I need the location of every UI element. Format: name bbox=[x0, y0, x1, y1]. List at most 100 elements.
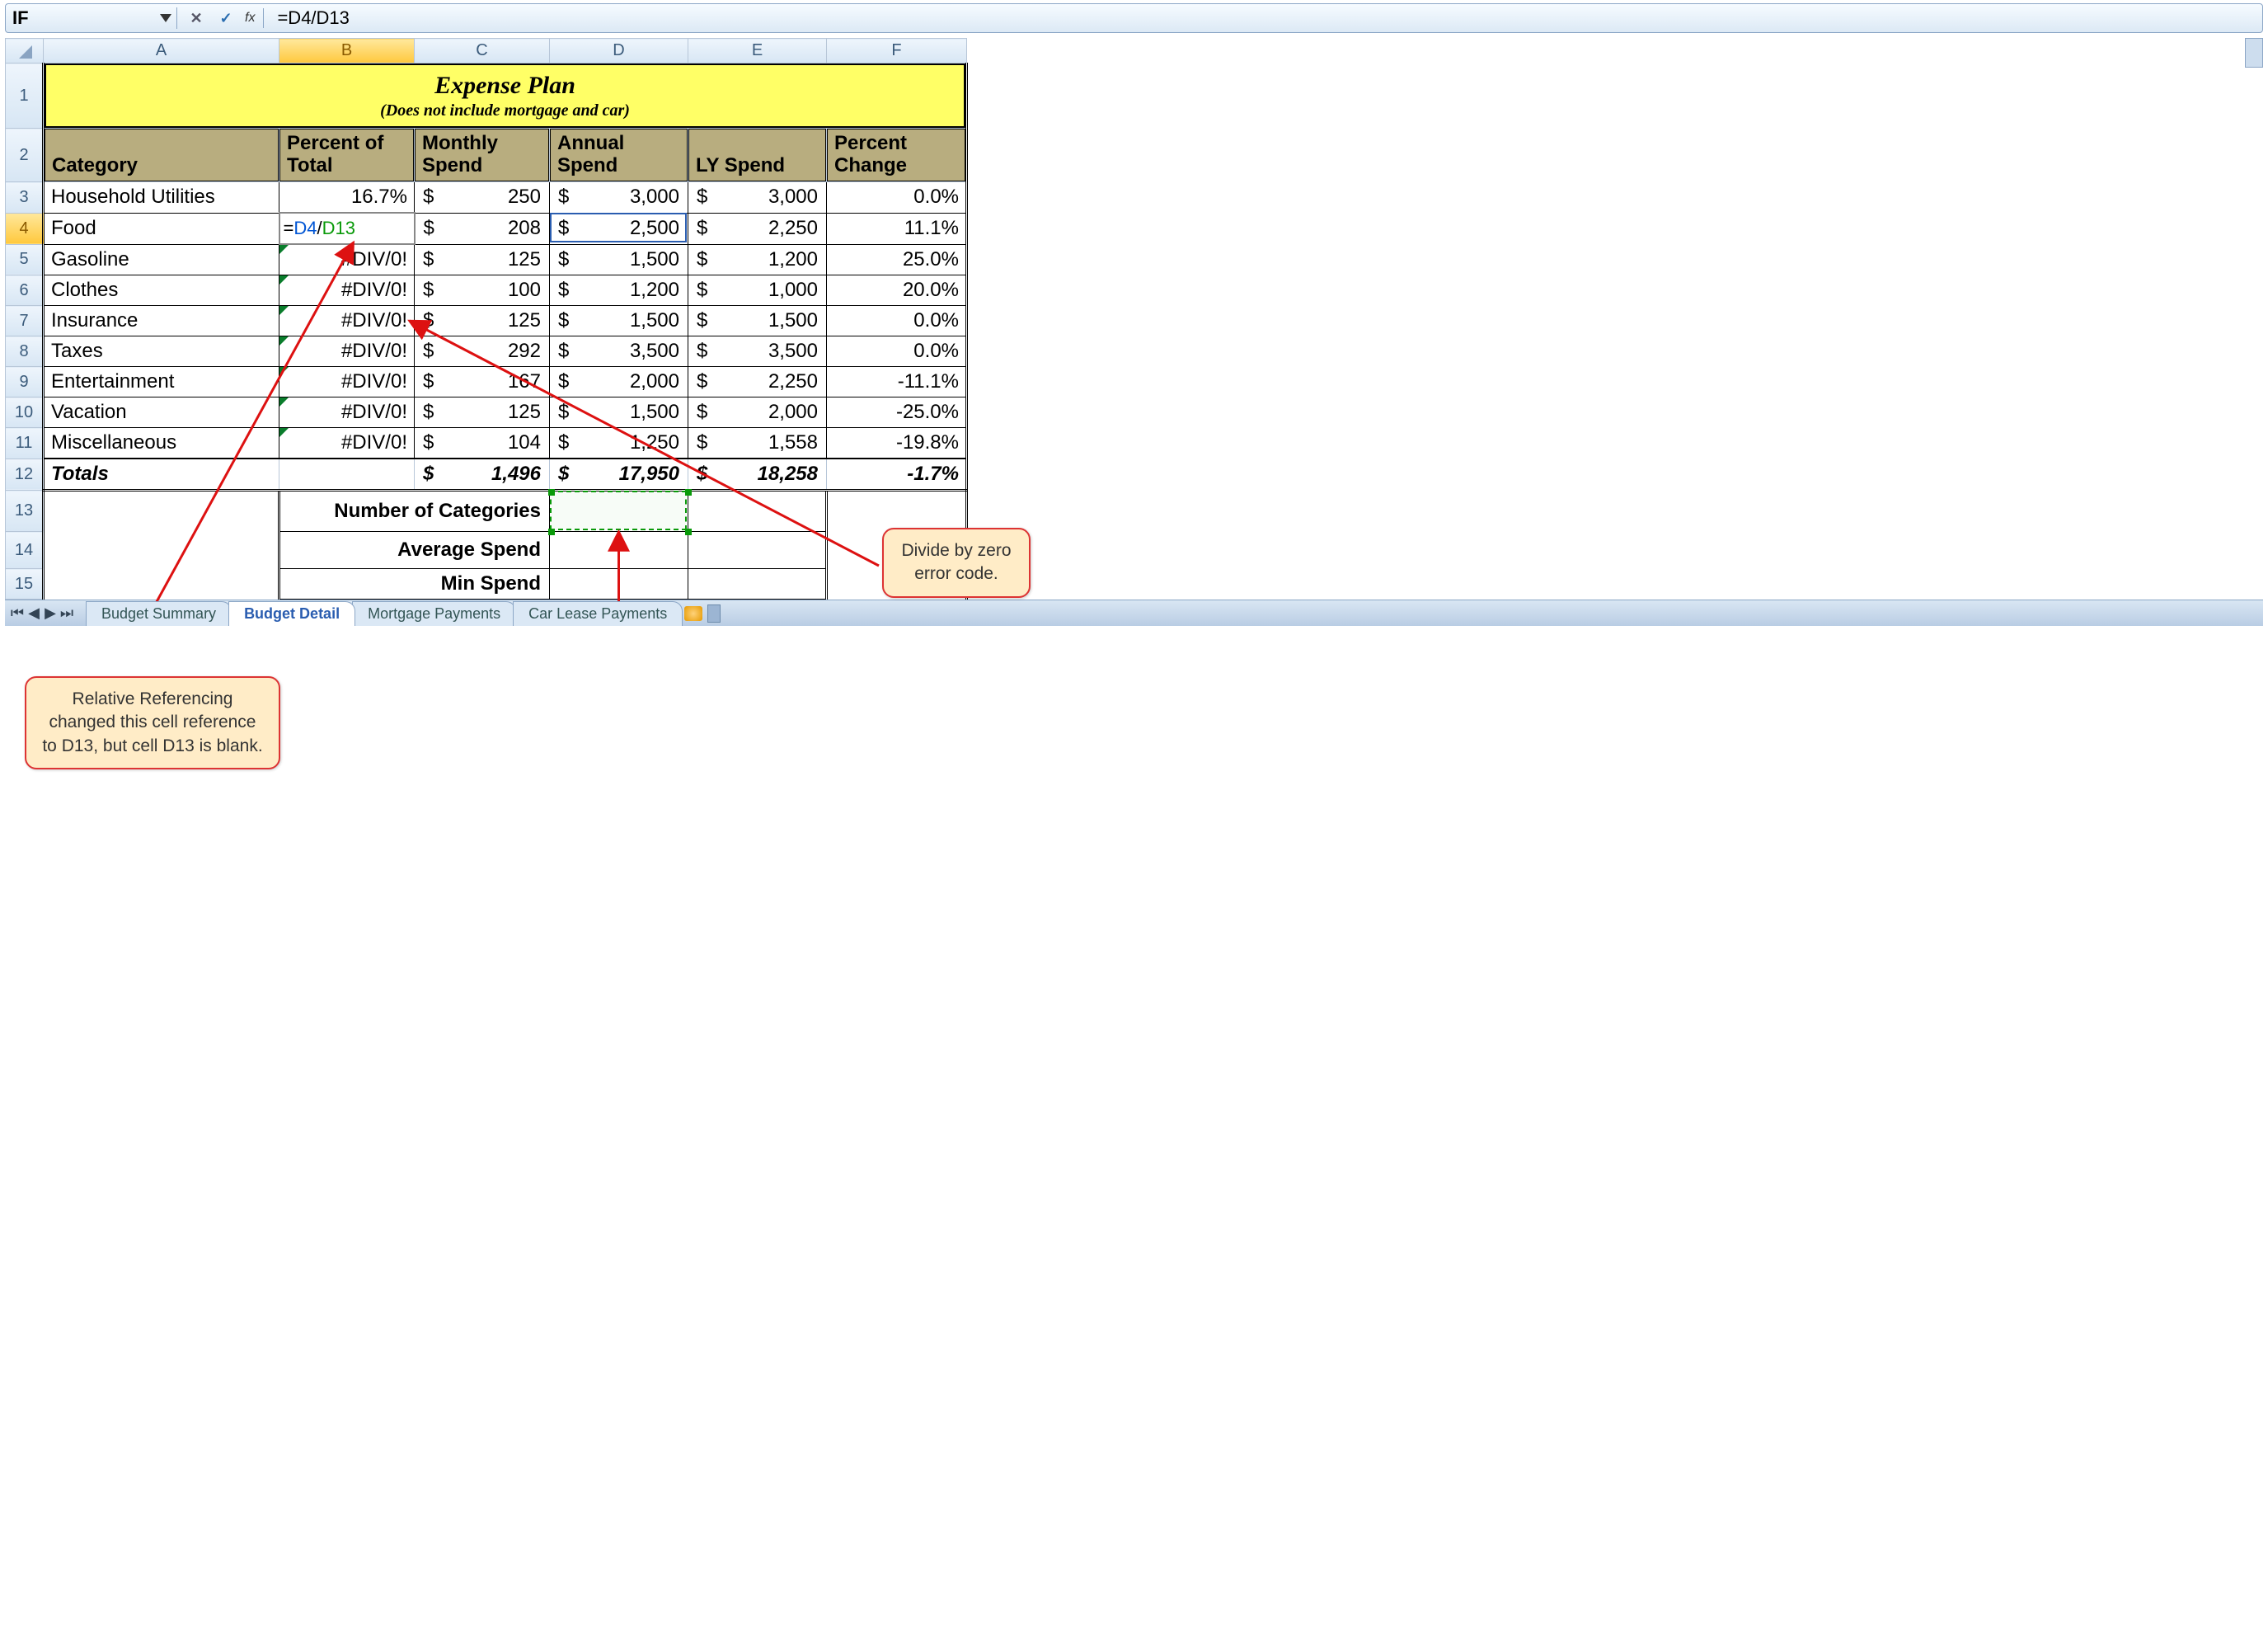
cell-A14[interactable] bbox=[45, 532, 278, 568]
stat-num-categories[interactable]: Number of Categories bbox=[280, 492, 549, 531]
col-header-A[interactable]: A bbox=[44, 39, 279, 64]
totals-ly[interactable]: $18,258 bbox=[688, 459, 826, 489]
cell-change[interactable]: 25.0% bbox=[827, 245, 965, 275]
cell-category[interactable]: Miscellaneous bbox=[45, 428, 279, 458]
row-header[interactable]: 14 bbox=[6, 532, 44, 569]
row-header[interactable]: 15 bbox=[6, 569, 44, 600]
cell-ly[interactable]: $1,500 bbox=[688, 306, 826, 336]
cell-monthly[interactable]: $167 bbox=[415, 367, 549, 397]
cell-ly[interactable]: $2,250 bbox=[688, 214, 826, 243]
row-header[interactable]: 13 bbox=[6, 491, 44, 532]
cell-change[interactable]: 0.0% bbox=[827, 306, 965, 336]
cell-change[interactable]: 20.0% bbox=[827, 275, 965, 305]
cell-change[interactable]: -11.1% bbox=[827, 367, 965, 397]
cell-category[interactable]: Entertainment bbox=[45, 367, 279, 397]
cell-change[interactable]: -25.0% bbox=[827, 397, 965, 427]
cell-A15[interactable] bbox=[45, 569, 278, 599]
cell-pct[interactable]: #DIV/0! bbox=[279, 245, 414, 275]
cell-F13[interactable] bbox=[828, 496, 965, 526]
cell-ly[interactable]: $3,500 bbox=[688, 336, 826, 366]
cell-annual[interactable]: $3,000 bbox=[550, 182, 688, 212]
cell-annual[interactable]: $1,500 bbox=[550, 397, 688, 427]
cell-annual[interactable]: $1,250 bbox=[550, 428, 688, 458]
cell-pct-editing[interactable]: =D4/D13 bbox=[280, 214, 414, 243]
cell-D15[interactable] bbox=[550, 569, 688, 599]
cell-monthly[interactable]: $104 bbox=[415, 428, 549, 458]
sheet-tab[interactable]: Car Lease Payments bbox=[513, 601, 683, 626]
cell-annual[interactable]: $3,500 bbox=[550, 336, 688, 366]
sheet-tab[interactable]: Budget Summary bbox=[86, 601, 232, 626]
cell-change[interactable]: -19.8% bbox=[827, 428, 965, 458]
tab-nav-first-icon[interactable]: ⏮ bbox=[10, 606, 25, 621]
fx-icon[interactable]: fx bbox=[245, 11, 255, 26]
cell-E15[interactable] bbox=[688, 569, 825, 599]
cell-category[interactable]: Clothes bbox=[45, 275, 279, 305]
cell-pct[interactable]: #DIV/0! bbox=[279, 306, 414, 336]
cell-annual[interactable]: $1,500 bbox=[550, 306, 688, 336]
totals-pct[interactable] bbox=[279, 459, 414, 489]
cell-monthly[interactable]: $208 bbox=[416, 214, 550, 243]
cell-D13[interactable] bbox=[550, 492, 688, 531]
name-box[interactable]: IF bbox=[12, 7, 177, 29]
cell-monthly[interactable]: $125 bbox=[415, 397, 549, 427]
row-header[interactable]: 12 bbox=[6, 459, 44, 491]
cell-monthly[interactable]: $125 bbox=[415, 306, 549, 336]
cell-monthly[interactable]: $250 bbox=[415, 182, 549, 212]
cell-pct[interactable]: #DIV/0! bbox=[279, 367, 414, 397]
title-cell[interactable]: Expense Plan (Does not include mortgage … bbox=[45, 64, 965, 128]
col-header-E[interactable]: E bbox=[688, 39, 827, 64]
row-header[interactable]: 5 bbox=[6, 244, 44, 275]
col-header-D[interactable]: D bbox=[550, 39, 688, 64]
totals-change[interactable]: -1.7% bbox=[827, 459, 965, 489]
cell-ly[interactable]: $2,000 bbox=[688, 397, 826, 427]
row-header[interactable]: 6 bbox=[6, 275, 44, 306]
cell-change[interactable]: 0.0% bbox=[827, 336, 965, 366]
hdr-ly[interactable]: LY Spend bbox=[688, 129, 826, 181]
hdr-change[interactable]: Percent Change bbox=[827, 129, 965, 181]
hdr-annual[interactable]: Annual Spend bbox=[550, 129, 688, 181]
cell-E14[interactable] bbox=[688, 532, 825, 568]
row-header[interactable]: 10 bbox=[6, 397, 44, 428]
spreadsheet-grid[interactable]: A B C D E F 1 Expense Plan (Does not inc… bbox=[5, 38, 2263, 600]
row-header[interactable]: 2 bbox=[6, 129, 44, 182]
sheet-tab[interactable]: Budget Detail bbox=[228, 601, 355, 626]
row-header[interactable]: 4 bbox=[6, 213, 44, 244]
cell-category[interactable]: Insurance bbox=[45, 306, 279, 336]
tab-nav-prev-icon[interactable]: ◀ bbox=[26, 606, 41, 621]
cell-ly[interactable]: $1,000 bbox=[688, 275, 826, 305]
cell-monthly[interactable]: $100 bbox=[415, 275, 549, 305]
cell-pct[interactable]: #DIV/0! bbox=[279, 397, 414, 427]
cancel-icon[interactable]: ✕ bbox=[185, 7, 207, 29]
enter-icon[interactable]: ✓ bbox=[215, 7, 237, 29]
hdr-category[interactable]: Category bbox=[45, 129, 279, 181]
cell-category[interactable]: Food bbox=[45, 214, 279, 243]
totals-label[interactable]: Totals bbox=[45, 459, 279, 489]
row-header[interactable]: 1 bbox=[6, 64, 44, 129]
sheet-tab[interactable]: Mortgage Payments bbox=[352, 601, 516, 626]
cell-A13[interactable] bbox=[45, 492, 278, 531]
cell-change[interactable]: 0.0% bbox=[827, 182, 965, 212]
cell-change[interactable]: 11.1% bbox=[827, 214, 965, 243]
cell-ly[interactable]: $1,558 bbox=[688, 428, 826, 458]
cell-ly[interactable]: $2,250 bbox=[688, 367, 826, 397]
cell-category[interactable]: Taxes bbox=[45, 336, 279, 366]
cell-annual[interactable]: $1,200 bbox=[550, 275, 688, 305]
row-header[interactable]: 11 bbox=[6, 428, 44, 459]
cell-annual[interactable]: $1,500 bbox=[550, 245, 688, 275]
cell-monthly[interactable]: $292 bbox=[415, 336, 549, 366]
cell-pct[interactable]: 16.7% bbox=[279, 182, 414, 212]
stat-avg-spend[interactable]: Average Spend bbox=[280, 532, 549, 568]
cell-annual[interactable]: $2,000 bbox=[550, 367, 688, 397]
hdr-pct[interactable]: Percent of Total bbox=[279, 129, 414, 181]
dropdown-icon[interactable] bbox=[160, 14, 171, 22]
cell-annual[interactable]: $2,500 bbox=[550, 214, 688, 243]
totals-annual[interactable]: $17,950 bbox=[550, 459, 688, 489]
row-header[interactable]: 7 bbox=[6, 306, 44, 336]
scrollbar-vertical[interactable] bbox=[2245, 38, 2263, 68]
cell-pct[interactable]: #DIV/0! bbox=[279, 428, 414, 458]
col-header-F[interactable]: F bbox=[827, 39, 967, 64]
cell-ly[interactable]: $1,200 bbox=[688, 245, 826, 275]
row-header[interactable]: 8 bbox=[6, 336, 44, 367]
cell-E13[interactable] bbox=[688, 492, 825, 531]
insert-sheet-icon[interactable] bbox=[684, 606, 702, 621]
